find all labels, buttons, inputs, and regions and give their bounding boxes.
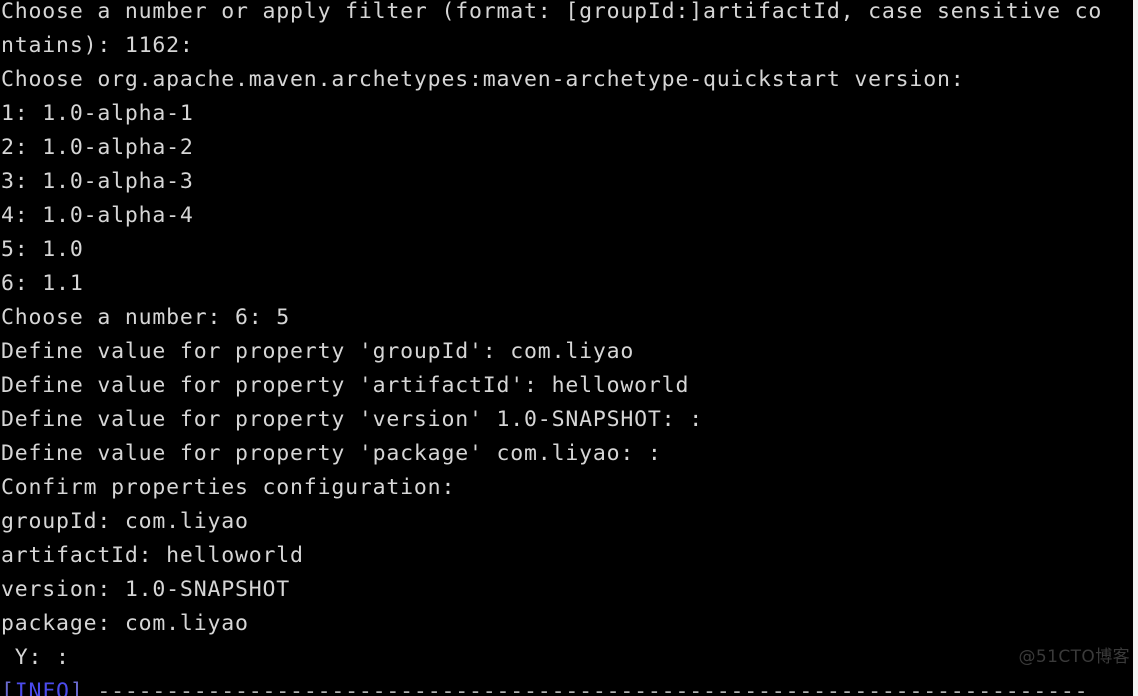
terminal-line: Choose org.apache.maven.archetypes:maven… <box>1 67 965 92</box>
terminal-line: Choose a number or apply filter (format:… <box>1 0 1103 24</box>
right-edge-strip <box>1133 0 1138 696</box>
terminal-line-info: [INFO] ---------------------------------… <box>0 675 1138 696</box>
terminal-line: Choose a number: 6: 5 <box>1 305 291 330</box>
terminal-line: Confirm properties configuration: <box>1 475 456 500</box>
terminal-line: groupId: com.liyao <box>1 509 249 534</box>
terminal-line: Define value for property 'version' 1.0-… <box>1 407 703 432</box>
terminal-line-prompt: Y: : <box>1 645 70 670</box>
info-bracket-close: ] <box>69 679 84 696</box>
terminal-line: version: 1.0-SNAPSHOT <box>1 577 291 602</box>
terminal-line: Define value for property 'groupId': com… <box>1 339 635 364</box>
terminal-line: ntains): 1162: <box>1 33 194 58</box>
info-separator <box>84 679 98 696</box>
terminal-line: 2: 1.0-alpha-2 <box>1 135 194 160</box>
terminal-line: Define value for property 'artifactId': … <box>1 373 690 398</box>
terminal-line: 5: 1.0 <box>1 237 84 262</box>
watermark: @51CTO博客 <box>1018 647 1130 667</box>
terminal-line: 6: 1.1 <box>1 271 84 296</box>
terminal-output: Choose a number or apply filter (format:… <box>0 0 1138 696</box>
terminal-window[interactable]: Choose a number or apply filter (format:… <box>0 0 1138 696</box>
terminal-line: Define value for property 'package' com.… <box>1 441 662 466</box>
terminal-line: 3: 1.0-alpha-3 <box>1 169 194 194</box>
terminal-line: package: com.liyao <box>1 611 249 636</box>
terminal-line: 1: 1.0-alpha-1 <box>1 101 194 126</box>
info-bracket-open: [ <box>1 679 15 696</box>
terminal-line: artifactId: helloworld <box>1 543 304 568</box>
info-tag: INFO <box>14 679 70 696</box>
terminal-line: 4: 1.0-alpha-4 <box>1 203 194 228</box>
info-divider-dashes: ----------------------------------------… <box>97 679 1089 696</box>
